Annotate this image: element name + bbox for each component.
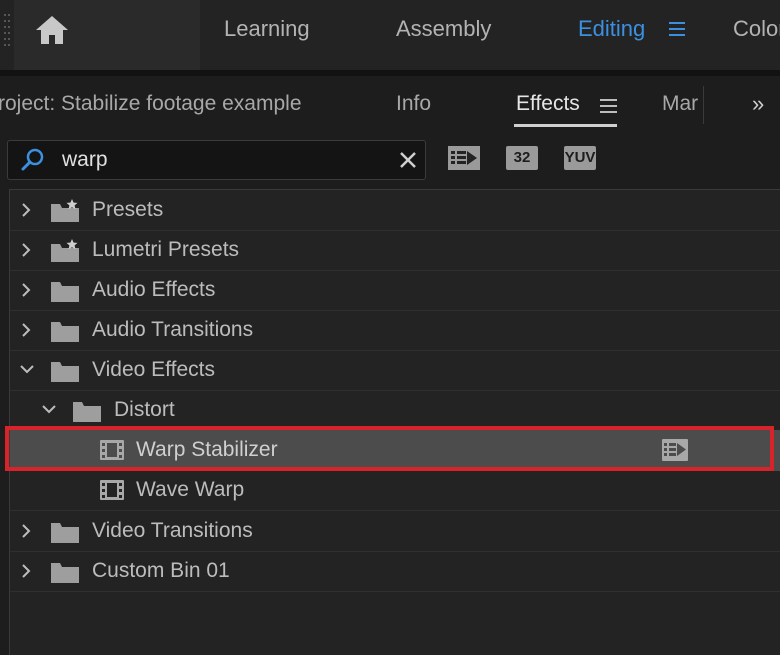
tabs-overflow-icon[interactable]: » xyxy=(752,91,764,117)
tree-row-label: Custom Bin 01 xyxy=(92,559,230,582)
workspace-bar: Learning Assembly Editing Color xyxy=(0,0,780,70)
tree-row-label: Lumetri Presets xyxy=(92,238,240,261)
tab-project[interactable]: roject: Stabilize footage example xyxy=(0,92,302,116)
tab-divider xyxy=(703,86,704,124)
folder-icon xyxy=(51,282,79,302)
workspace-editing[interactable]: Editing xyxy=(578,16,645,42)
effects-search-box xyxy=(7,140,426,180)
tab-markers[interactable]: Mar xyxy=(662,92,698,116)
tree-row-label: Wave Warp xyxy=(136,478,245,501)
tree-row-wave-warp[interactable]: Wave Warp xyxy=(10,470,780,511)
yuv-filter-button[interactable]: YUV xyxy=(564,146,596,170)
tab-info[interactable]: Info xyxy=(396,92,431,116)
chevron-right-icon[interactable] xyxy=(19,322,33,338)
tree-row-label: Presets xyxy=(92,198,164,221)
tab-effects[interactable]: Effects xyxy=(516,92,580,116)
folder-icon xyxy=(51,322,79,342)
chevron-right-icon[interactable] xyxy=(19,202,33,218)
folder-icon xyxy=(51,523,79,543)
yuv-filter-label: YUV xyxy=(564,149,596,166)
effects-panel-menu-icon[interactable] xyxy=(600,99,617,115)
chevron-down-icon[interactable] xyxy=(41,402,57,416)
chevron-right-icon[interactable] xyxy=(19,242,33,258)
chevron-down-icon[interactable] xyxy=(19,362,35,376)
tree-row-video-transitions[interactable]: Video Transitions xyxy=(10,511,780,552)
tree-row-warp-stabilizer[interactable]: Warp Stabilizer xyxy=(10,430,780,471)
folder-icon xyxy=(73,402,101,422)
chevron-right-icon[interactable] xyxy=(19,523,33,539)
home-icon xyxy=(36,16,68,44)
tree-row-custom-bin-01[interactable]: Custom Bin 01 xyxy=(10,551,780,592)
tree-row-label: Distort xyxy=(114,398,175,421)
tree-row-label: Video Transitions xyxy=(92,519,253,542)
effects-search-input[interactable] xyxy=(62,146,382,174)
32-bit-filter-label: 32 xyxy=(513,149,531,166)
tree-row-distort[interactable]: Distort xyxy=(10,390,780,431)
workspace-color[interactable]: Color xyxy=(733,16,780,42)
preset-folder-icon xyxy=(51,239,79,262)
chevron-right-icon[interactable] xyxy=(19,282,33,298)
close-icon[interactable] xyxy=(398,150,418,170)
tree-row-video-effects[interactable]: Video Effects xyxy=(10,350,780,391)
chevron-right-icon[interactable] xyxy=(19,563,33,579)
drag-grip-icon[interactable] xyxy=(4,14,13,48)
home-button[interactable] xyxy=(14,0,200,70)
workspace-menu-icon[interactable] xyxy=(669,22,685,38)
workspace-learning[interactable]: Learning xyxy=(224,16,310,42)
accelerated-effect-icon xyxy=(448,146,480,170)
active-tab-indicator xyxy=(514,124,617,127)
32-bit-filter-button[interactable]: 32 xyxy=(506,146,538,170)
tree-row-label: Audio Effects xyxy=(92,278,216,301)
folder-icon xyxy=(51,362,79,382)
workspace-assembly[interactable]: Assembly xyxy=(396,16,491,42)
tree-row-audio-transitions[interactable]: Audio Transitions xyxy=(10,310,780,351)
video-effect-icon xyxy=(100,480,124,500)
tree-row-label: Warp Stabilizer xyxy=(136,438,278,461)
tree-row-label: Audio Transitions xyxy=(92,318,254,341)
tree-row-presets[interactable]: Presets xyxy=(10,190,780,231)
video-effect-icon xyxy=(100,440,124,460)
tree-row-audio-effects[interactable]: Audio Effects xyxy=(10,270,780,311)
tree-row-lumetri-presets[interactable]: Lumetri Presets xyxy=(10,230,780,271)
accelerated-effects-filter-button[interactable] xyxy=(448,146,480,170)
accelerated-effect-icon xyxy=(662,439,688,461)
panel-tab-bar: roject: Stabilize footage example Info E… xyxy=(0,76,780,136)
tree-row-label: Video Effects xyxy=(92,358,215,381)
effects-tree: Presets Lumetri Presets Audio Effects Au… xyxy=(9,189,780,655)
preset-folder-icon xyxy=(51,199,79,222)
magnifier-icon xyxy=(21,148,44,171)
folder-icon xyxy=(51,563,79,583)
